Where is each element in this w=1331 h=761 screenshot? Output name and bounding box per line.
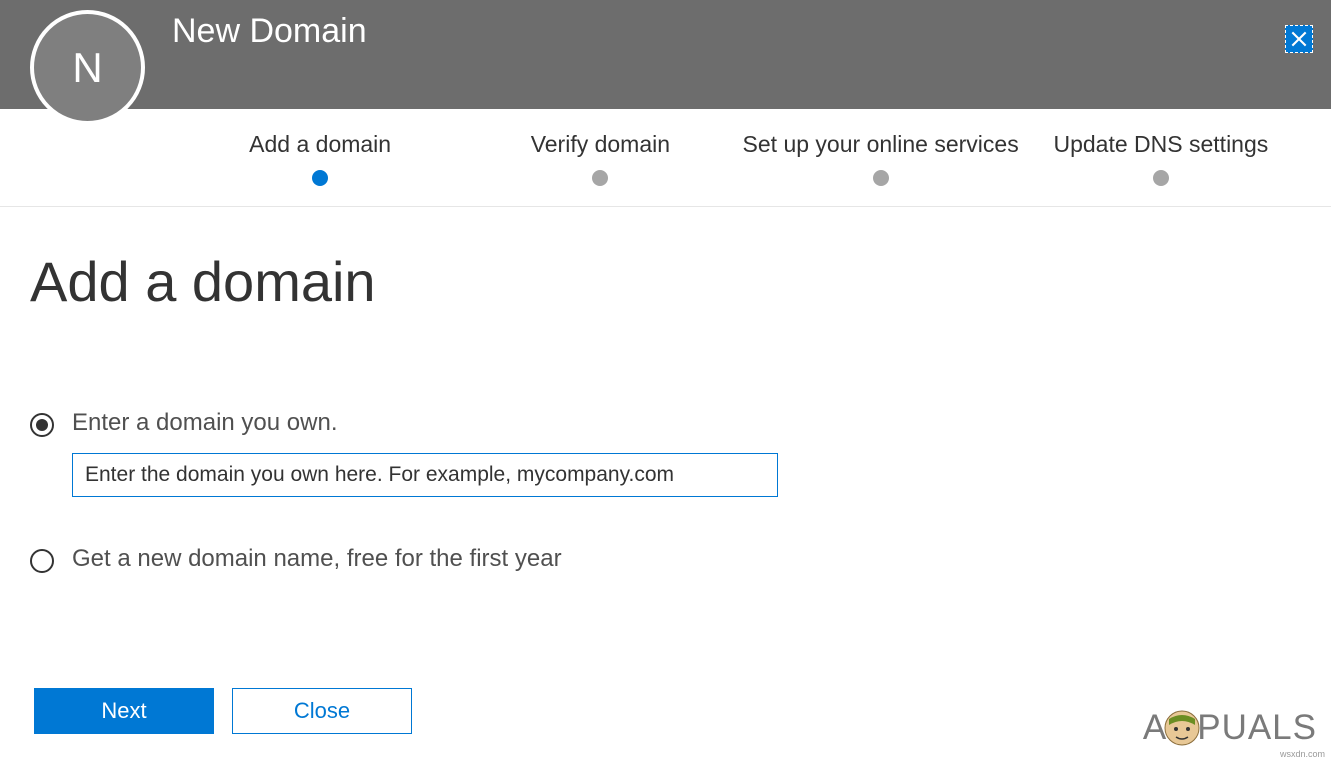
wizard-step-label: Set up your online services (741, 131, 1021, 158)
wizard-step-online-services[interactable]: Set up your online services (741, 131, 1021, 206)
close-button-footer[interactable]: Close (232, 688, 412, 734)
page-title: Add a domain (30, 249, 1301, 314)
wizard-dot-icon (312, 170, 328, 186)
option-own-domain[interactable]: Enter a domain you own. (30, 409, 1301, 497)
credit-text: wsxdn.com (1280, 749, 1325, 759)
wizard-dot-icon (592, 170, 608, 186)
option-content: Get a new domain name, free for the firs… (72, 545, 1301, 573)
wizard-step-label: Update DNS settings (1021, 131, 1301, 158)
wizard-step-verify-domain[interactable]: Verify domain (460, 131, 740, 206)
avatar: N (30, 10, 145, 125)
wizard-step-label: Verify domain (460, 131, 740, 158)
wizard-step-dns-settings[interactable]: Update DNS settings (1021, 131, 1301, 206)
watermark-face-icon (1161, 707, 1203, 749)
wizard-dot-icon (1153, 170, 1169, 186)
close-button[interactable] (1285, 25, 1313, 53)
footer-actions: Next Close (34, 688, 412, 734)
option-label: Enter a domain you own. (72, 409, 1301, 437)
option-content: Enter a domain you own. (72, 409, 1301, 497)
radio-button-icon[interactable] (30, 413, 54, 437)
radio-button-icon[interactable] (30, 549, 54, 573)
option-new-domain[interactable]: Get a new domain name, free for the firs… (30, 545, 1301, 573)
dialog-header: N New Domain (0, 0, 1331, 109)
watermark-text: PUALS (1197, 708, 1317, 748)
wizard-dot-icon (873, 170, 889, 186)
main-content: Add a domain Enter a domain you own. Get… (0, 207, 1331, 573)
wizard-steps: Add a domain Verify domain Set up your o… (0, 109, 1331, 207)
close-icon (1289, 29, 1309, 49)
wizard-step-add-domain[interactable]: Add a domain (180, 131, 460, 206)
domain-input[interactable] (72, 453, 778, 497)
next-button[interactable]: Next (34, 688, 214, 734)
avatar-letter: N (72, 44, 102, 92)
watermark-logo: A PUALS (1143, 707, 1317, 749)
dialog-title: New Domain (172, 12, 367, 51)
option-label: Get a new domain name, free for the firs… (72, 545, 1301, 573)
wizard-step-label: Add a domain (180, 131, 460, 158)
